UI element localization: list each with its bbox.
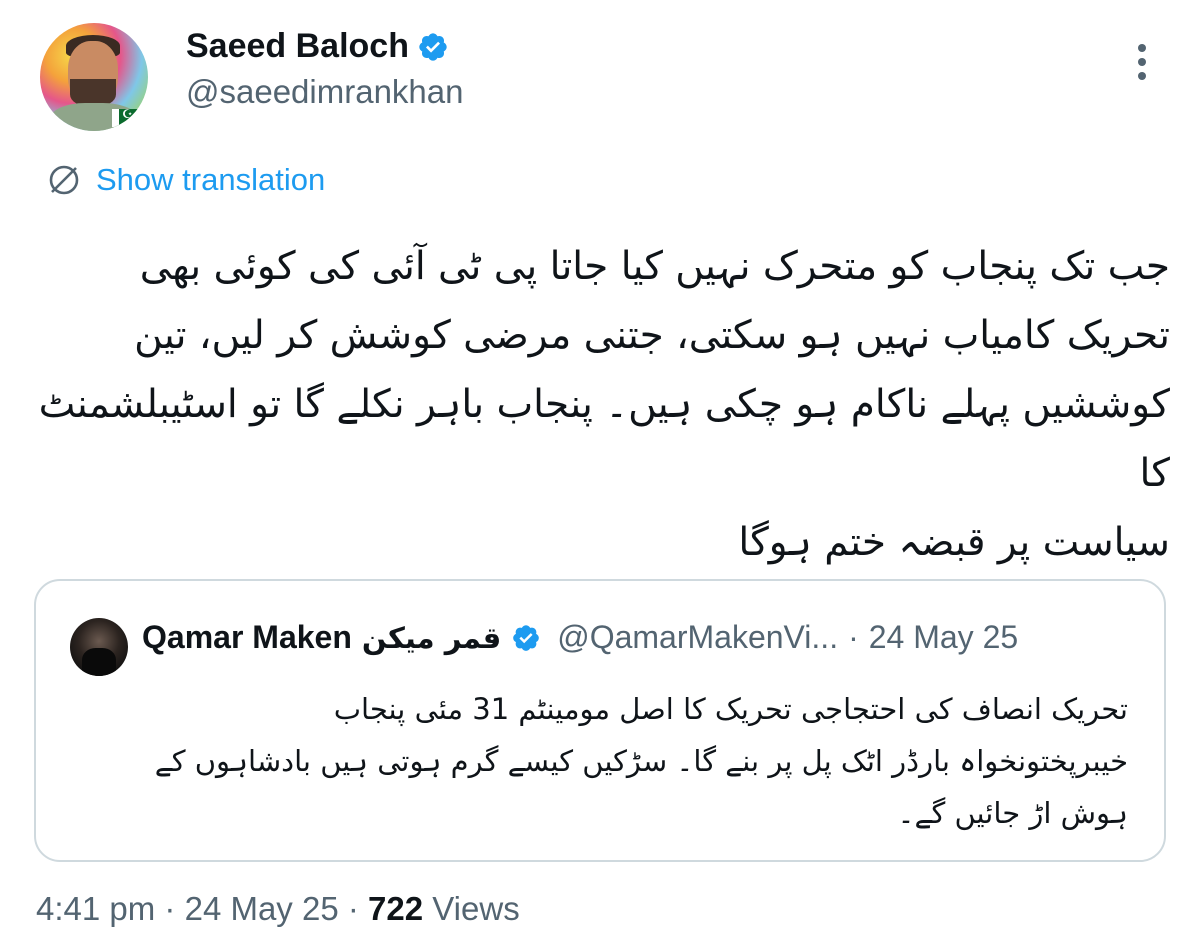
separator-dot: · <box>848 619 859 655</box>
author-name[interactable]: Saeed Baloch <box>186 27 409 66</box>
author-avatar[interactable] <box>40 23 148 131</box>
translate-globe-icon <box>49 165 79 195</box>
more-dot-icon <box>1138 72 1146 80</box>
author-name-row[interactable]: Saeed Baloch <box>186 27 449 66</box>
tweet-date[interactable]: 24 May 25 <box>185 890 339 927</box>
author-handle[interactable]: @saeedimrankhan <box>186 73 464 111</box>
views-label: Views <box>432 890 520 927</box>
tweet-line: کوششیں پہلے ناکام ہو چکی ہیں۔ پنجاب باہر… <box>38 382 1170 496</box>
quoted-author-name-urdu[interactable]: قمر میکن <box>362 621 501 655</box>
pakistan-flag-icon <box>112 107 138 127</box>
tweet-line: تحریک کامیاب نہیں ہو سکتی، جتنی مرضی کوش… <box>134 313 1170 358</box>
tweet-line: جب تک پنجاب کو متحرک نہیں کیا جاتا پی ٹی… <box>139 244 1170 289</box>
quoted-author-name[interactable]: Qamar Maken <box>142 619 352 656</box>
more-dot-icon <box>1138 58 1146 66</box>
verified-badge-icon <box>513 624 540 651</box>
more-dot-icon <box>1138 44 1146 52</box>
tweet-line: سیاست پر قبضہ ختم ہوگا <box>738 520 1170 565</box>
show-translation-label[interactable]: Show translation <box>96 162 325 198</box>
quoted-author-avatar[interactable] <box>70 618 128 676</box>
quoted-tweet-line: تحریک انصاف کی احتجاجی تحریک کا اصل مومی… <box>333 692 1128 726</box>
tweet-body: جب تک پنجاب کو متحرک نہیں کیا جاتا پی ٹی… <box>30 232 1170 577</box>
tweet-meta: 4:41 pm · 24 May 25 · 722 Views <box>36 890 520 928</box>
views-count: 722 <box>368 890 424 927</box>
quoted-tweet-card[interactable]: Qamar Maken قمر میکن @QamarMakenVi... · … <box>34 579 1166 862</box>
quoted-tweet-header: Qamar Maken قمر میکن @QamarMakenVi... · … <box>142 619 1018 656</box>
more-options-button[interactable] <box>1128 40 1156 84</box>
quoted-tweet-line: ہوش اڑ جائیں گے۔ <box>897 796 1128 830</box>
tweet-time[interactable]: 4:41 pm <box>36 890 155 927</box>
separator-dot: · <box>164 890 176 927</box>
quoted-author-handle[interactable]: @QamarMakenVi... <box>557 619 838 656</box>
quoted-tweet-body: تحریک انصاف کی احتجاجی تحریک کا اصل مومی… <box>76 683 1128 839</box>
verified-badge-icon <box>419 32 447 61</box>
show-translation-button[interactable]: Show translation <box>46 162 325 198</box>
separator-dot: · <box>347 890 359 927</box>
quoted-tweet-line: خیبرپختونخواہ بارڈر اٹک پل پر بنے گا۔ سڑ… <box>154 744 1128 778</box>
quoted-tweet-date[interactable]: 24 May 25 <box>869 619 1018 656</box>
